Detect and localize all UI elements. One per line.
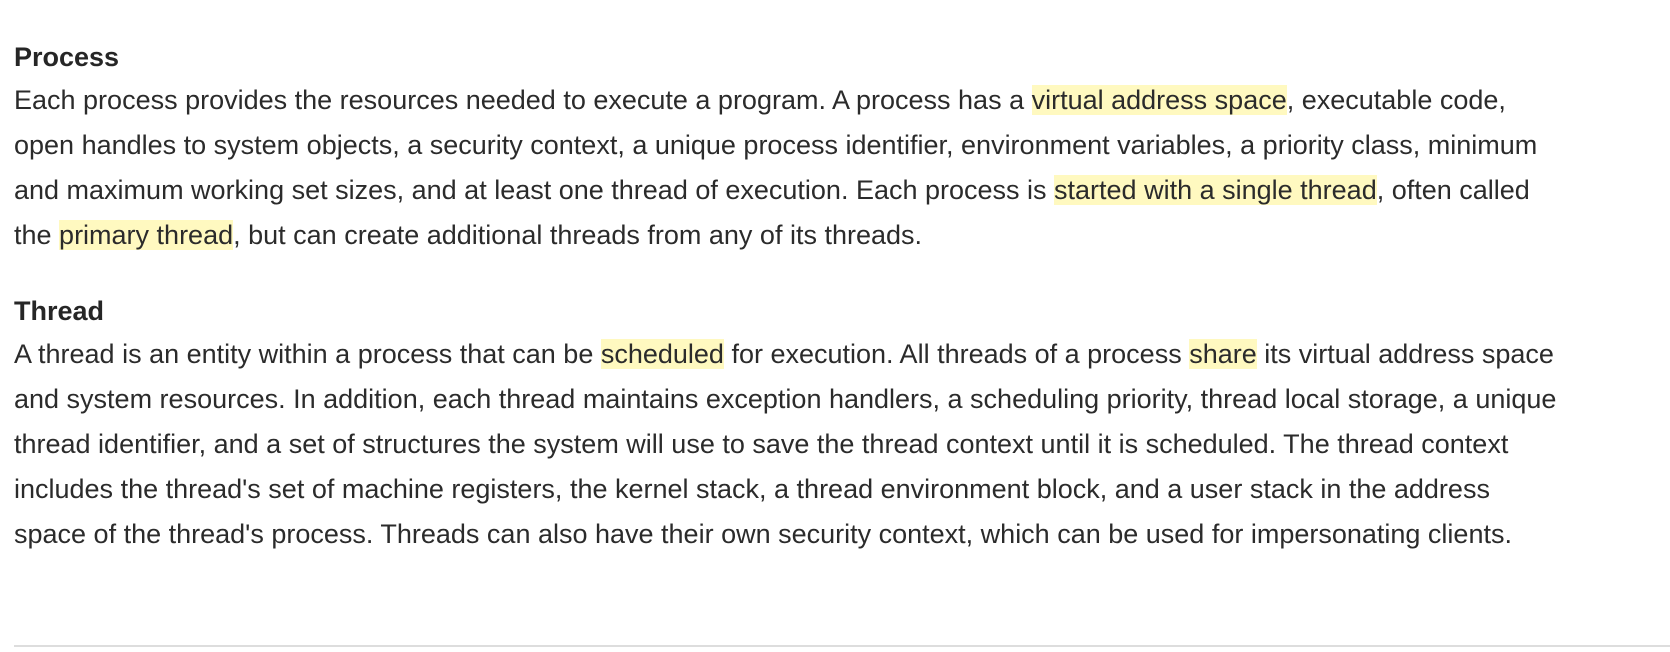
section-divider	[14, 645, 1670, 647]
text-segment: Each process provides the resources need…	[14, 85, 1032, 115]
thread-paragraph: A thread is an entity within a process t…	[14, 332, 1559, 557]
highlighted-phrase: primary thread	[59, 220, 234, 250]
highlighted-phrase: scheduled	[600, 339, 724, 369]
thread-section: Thread A thread is an entity within a pr…	[14, 290, 1559, 557]
highlighted-phrase: started with a single thread	[1054, 175, 1377, 205]
process-heading: Process	[14, 42, 120, 72]
thread-heading: Thread	[14, 296, 105, 326]
text-segment: its virtual address space and system res…	[14, 339, 1557, 549]
document-body: Process Each process provides the resour…	[14, 36, 1559, 557]
process-section: Process Each process provides the resour…	[14, 36, 1559, 258]
process-paragraph: Each process provides the resources need…	[14, 78, 1559, 258]
text-segment: for execution. All threads of a process	[723, 339, 1190, 369]
highlighted-phrase: share	[1189, 339, 1257, 369]
highlighted-phrase: virtual address space	[1031, 85, 1287, 115]
text-segment: , but can create additional threads from…	[233, 220, 923, 250]
text-segment: A thread is an entity within a process t…	[14, 339, 601, 369]
